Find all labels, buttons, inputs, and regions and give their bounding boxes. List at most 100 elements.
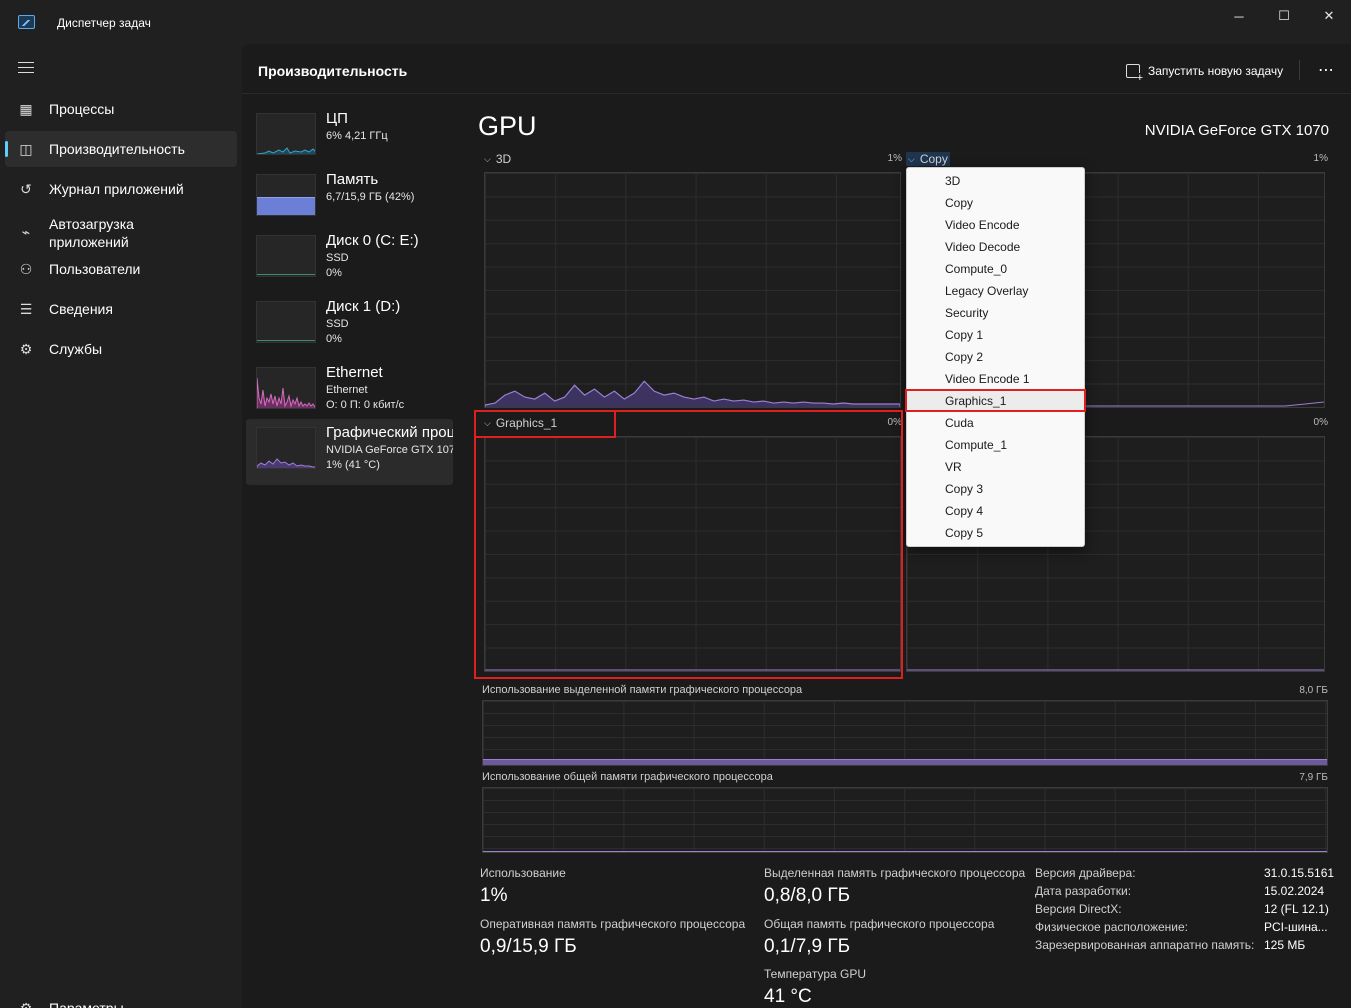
main-panel: Производительность Запустить новую задач… <box>242 44 1351 1008</box>
gpu-memory-value: 0,9/15,9 ГБ <box>480 936 577 957</box>
device-disk-0[interactable]: Диск 0 (C: E:) SSD 0% <box>246 227 453 293</box>
sidebar: ▦ Процессы ◫ Производительность ↺ Журнал… <box>0 44 242 1008</box>
shared-memory-max: 7,9 ГБ <box>1299 772 1328 783</box>
device-name: Диск 0 (C: E:) <box>326 232 419 249</box>
device-gpu-0[interactable]: Графический процессор 0 NVIDIA GeForce G… <box>246 419 453 485</box>
temperature-value: 41 °C <box>764 986 812 1007</box>
settings-icon: ⚙ <box>19 1000 33 1008</box>
dropdown-item-copy-3[interactable]: Copy 3 <box>907 478 1084 500</box>
shared-memory-value: 0,1/7,9 ГБ <box>764 936 851 957</box>
dedicated-memory-fill <box>483 758 1327 765</box>
maximize-button[interactable]: ☐ <box>1261 0 1307 32</box>
engine-selector-3d[interactable]: ⌵ 3D <box>484 152 511 166</box>
cpu-thumbnail <box>256 113 316 155</box>
engine-percent: 0% <box>1313 417 1328 428</box>
dropdown-item-vr[interactable]: VR <box>907 456 1084 478</box>
device-name: Память <box>326 171 379 188</box>
ethernet-thumbnail <box>256 367 316 409</box>
dropdown-item-copy-1[interactable]: Copy 1 <box>907 324 1084 346</box>
close-button[interactable]: ✕ <box>1306 0 1351 32</box>
details-icon: ☰ <box>19 301 33 317</box>
engine-name: Copy <box>919 152 948 166</box>
driver-version-value: 31.0.15.5161 <box>1264 866 1335 880</box>
device-detail: 1% (41 °C) <box>326 459 380 471</box>
engine-graph-graphics-1 <box>484 436 901 672</box>
nav-label: Производительность <box>49 141 185 157</box>
dedicated-memory-value: 0,8/8,0 ГБ <box>764 885 851 906</box>
nav-item-settings[interactable]: ⚙ Параметры <box>5 990 237 1008</box>
gpu-model: NVIDIA GeForce GTX 1070 <box>1144 122 1329 139</box>
chevron-down-icon: ⌵ <box>908 153 915 164</box>
minimize-button[interactable]: ─ <box>1216 0 1262 32</box>
usage-value: 1% <box>480 885 508 906</box>
chevron-down-icon: ⌵ <box>484 153 491 164</box>
usage-label: Использование <box>480 866 566 880</box>
nav-label: Автозагрузка приложений <box>49 216 134 250</box>
engine-selector-copy[interactable]: ⌵ Copy <box>906 152 950 166</box>
dropdown-item-video-decode[interactable]: Video Decode <box>907 236 1084 258</box>
dropdown-item-copy-4[interactable]: Copy 4 <box>907 500 1084 522</box>
nav-item-details[interactable]: ☰ Сведения <box>5 291 237 327</box>
more-options-button[interactable]: ⋯ <box>1318 60 1335 80</box>
run-new-task-label: Запустить новую задачу <box>1148 64 1284 78</box>
device-detail: SSD <box>326 318 349 330</box>
nav-label: Процессы <box>49 101 115 117</box>
nav-item-app-history[interactable]: ↺ Журнал приложений <box>5 171 237 207</box>
nav-item-services[interactable]: ⚙ Службы <box>5 331 237 367</box>
engine-name: Graphics_1 <box>495 416 558 430</box>
directx-version-value: 12 (FL 12.1) <box>1264 902 1329 916</box>
dropdown-item-compute-1[interactable]: Compute_1 <box>907 434 1084 456</box>
device-name: Графический процессор 0 <box>326 424 453 441</box>
page-title: Производительность <box>258 63 408 79</box>
hardware-reserved-memory-value: 125 МБ <box>1264 938 1306 952</box>
driver-date-label: Дата разработки: <box>1035 884 1132 898</box>
hardware-reserved-memory-label: Зарезервированная аппаратно память: <box>1035 938 1255 952</box>
nav-item-performance[interactable]: ◫ Производительность <box>5 131 237 167</box>
run-new-task-button[interactable]: Запустить новую задачу <box>1126 61 1284 83</box>
dropdown-item-cuda[interactable]: Cuda <box>907 412 1084 434</box>
device-detail: О: 0 П: 0 кбит/с <box>326 399 405 411</box>
temperature-label: Температура GPU <box>764 967 867 981</box>
device-detail: 0% <box>326 333 342 345</box>
startup-icon: ⌁ <box>21 224 31 240</box>
dropdown-item-legacy-overlay[interactable]: Legacy Overlay <box>907 280 1084 302</box>
services-icon: ⚙ <box>19 341 33 357</box>
device-memory[interactable]: Память 6,7/15,9 ГБ (42%) <box>246 166 453 232</box>
dropdown-item-video-encode[interactable]: Video Encode <box>907 214 1084 236</box>
directx-version-label: Версия DirectX: <box>1035 902 1122 916</box>
engine-selector-graphics-1[interactable]: ⌵ Graphics_1 <box>484 416 557 430</box>
menu-icon[interactable] <box>18 62 34 77</box>
device-name: ЦП <box>326 110 348 127</box>
processes-icon: ▦ <box>19 101 33 117</box>
divider <box>1299 60 1300 80</box>
dropdown-item-security[interactable]: Security <box>907 302 1084 324</box>
task-manager-icon <box>18 15 35 29</box>
title-bar: Диспетчер задач ─ ☐ ✕ <box>0 0 1351 44</box>
shared-memory-graph-label: Использование общей памяти графического … <box>482 771 773 783</box>
dropdown-item-copy-5[interactable]: Copy 5 <box>907 522 1084 544</box>
engine-graph-3d <box>484 172 901 408</box>
device-cpu[interactable]: ЦП 6% 4,21 ГГц <box>246 105 453 171</box>
dropdown-item-compute-0[interactable]: Compute_0 <box>907 258 1084 280</box>
device-name: Ethernet <box>326 364 383 381</box>
nav-label: Параметры <box>49 1000 124 1008</box>
window-title: Диспетчер задач <box>57 16 151 30</box>
nav-item-processes[interactable]: ▦ Процессы <box>5 91 237 127</box>
dropdown-item-3d[interactable]: 3D <box>907 170 1084 192</box>
device-ethernet[interactable]: Ethernet Ethernet О: 0 П: 0 кбит/с <box>246 359 453 425</box>
dropdown-item-video-encode-1[interactable]: Video Encode 1 <box>907 368 1084 390</box>
shared-memory-fill <box>483 851 1327 852</box>
physical-location-value: PCI-шина... <box>1264 920 1328 934</box>
dropdown-item-graphics-1[interactable]: Graphics_1 <box>907 390 1084 412</box>
device-disk-1[interactable]: Диск 1 (D:) SSD 0% <box>246 293 453 359</box>
dropdown-item-copy-2[interactable]: Copy 2 <box>907 346 1084 368</box>
shared-memory-graph <box>482 787 1328 853</box>
device-detail: SSD <box>326 252 349 264</box>
dedicated-memory-label: Выделенная память графического процессор… <box>764 866 1026 880</box>
disk-thumbnail <box>256 301 316 343</box>
dropdown-item-copy[interactable]: Copy <box>907 192 1084 214</box>
engine-percent: 0% <box>887 417 902 428</box>
nav-item-users[interactable]: ⚇ Пользователи <box>5 251 237 287</box>
device-name: Диск 1 (D:) <box>326 298 401 315</box>
nav-label: Сведения <box>49 301 113 317</box>
